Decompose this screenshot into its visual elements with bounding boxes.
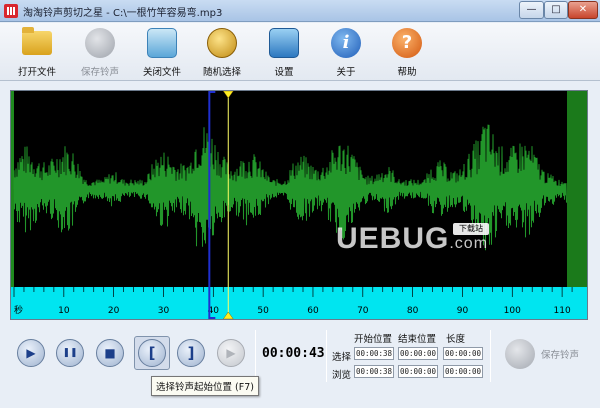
window-title: 淘淘铃声剪切之星 - C:\一根竹竿容易弯.mp3 (23, 8, 223, 19)
browse-end-field[interactable]: 00:00:00 (398, 365, 438, 378)
pause-icon: ❚❚ (62, 348, 78, 358)
play-selection-icon: ▶ (226, 346, 236, 360)
title-bar: 淘淘铃声剪切之星 - C:\一根竹竿容易弯.mp3 — □ ✕ (0, 0, 600, 22)
waveform-view[interactable]: 10 20 30 40 50 60 70 80 90 100 110 秒 (10, 90, 588, 320)
save-ringtone-icon (85, 28, 115, 58)
ruler-tick-label: 70 (357, 306, 369, 316)
ruler-tick-label: 90 (457, 306, 469, 316)
folder-icon (22, 27, 52, 55)
play-selection-button[interactable]: ▶ (217, 339, 245, 367)
play-icon: ▶ (26, 346, 36, 360)
ruler-tick-label: 80 (407, 306, 419, 316)
minimize-button[interactable]: — (519, 1, 544, 19)
help-icon: ? (392, 28, 422, 58)
mark-end-button[interactable]: ] (177, 339, 205, 367)
about-button[interactable]: i 关于 (317, 25, 375, 79)
bracket-open-icon: [ (148, 344, 156, 362)
close-file-button[interactable]: 关闭文件 (133, 25, 191, 79)
end-position-header: 结束位置 (398, 334, 437, 345)
ruler-tick-label: 10 (58, 306, 70, 316)
current-time-display: 00:00:43 (262, 346, 325, 361)
tooltip: 选择铃声起始位置 (F7) (151, 376, 259, 396)
browse-row-label: 浏览 (332, 370, 352, 381)
stop-button[interactable]: ■ (96, 339, 124, 367)
ruler-tick-label: 100 (504, 306, 521, 316)
watermark-main: UEBUG (336, 222, 450, 255)
close-file-label: 关闭文件 (142, 67, 181, 78)
selection-length-field[interactable]: 00:00:00 (443, 347, 483, 360)
help-label: 帮助 (397, 67, 417, 78)
ruler-tick-label: 20 (108, 306, 120, 316)
save-ringtone-label: 保存铃声 (541, 350, 580, 361)
selection-start-field[interactable]: 00:00:38 (354, 347, 394, 360)
save-ringtone-button[interactable]: 保存铃声 (499, 336, 591, 372)
ruler-tick-label: 60 (307, 306, 319, 316)
start-position-header: 开始位置 (354, 334, 393, 345)
divider (255, 330, 256, 382)
open-file-button[interactable]: 打开文件 (8, 25, 66, 79)
bracket-close-icon: ] (187, 344, 195, 362)
watermark-badge: 下载站 (453, 223, 489, 235)
waveform-end-block (567, 91, 587, 287)
ruler-tick-label: 30 (158, 306, 170, 316)
help-button[interactable]: ? 帮助 (378, 25, 436, 79)
close-file-icon (147, 28, 177, 58)
about-icon: i (331, 28, 361, 58)
app-icon (4, 4, 18, 18)
divider (326, 330, 327, 382)
toolbar: 打开文件 保存铃声 关闭文件 随机选择 设置 i 关于 ? 帮助 (0, 23, 600, 81)
close-window-button[interactable]: ✕ (568, 1, 598, 19)
settings-label: 设置 (274, 67, 294, 78)
settings-icon (269, 28, 299, 58)
stop-icon: ■ (104, 346, 116, 360)
play-button[interactable]: ▶ (17, 339, 45, 367)
watermark: UEBUG.com 下载站 (336, 222, 489, 256)
ruler-tick-label: 110 (554, 306, 571, 316)
selection-row-label: 选择 (332, 352, 352, 363)
ruler-tick-label: 50 (257, 306, 269, 316)
save-ringtone-toolbar-button[interactable]: 保存铃声 (71, 25, 129, 79)
divider (490, 330, 491, 382)
watermark-suffix: .com (449, 235, 489, 252)
browse-start-field[interactable]: 00:00:38 (354, 365, 394, 378)
browse-length-field[interactable]: 00:00:00 (443, 365, 483, 378)
maximize-button[interactable]: □ (544, 1, 568, 19)
time-ruler[interactable] (11, 287, 587, 319)
random-select-label: 随机选择 (202, 67, 241, 78)
settings-button[interactable]: 设置 (255, 25, 313, 79)
save-ringtone-bottom-icon (505, 339, 535, 369)
open-file-label: 打开文件 (17, 67, 56, 78)
random-select-icon (207, 28, 237, 58)
selection-end-field[interactable]: 00:00:00 (398, 347, 438, 360)
save-ringtone-toolbar-label: 保存铃声 (80, 67, 119, 78)
length-header: 长度 (446, 334, 466, 345)
mark-start-button[interactable]: [ (138, 339, 166, 367)
random-select-button[interactable]: 随机选择 (193, 25, 251, 79)
ruler-unit-label: 秒 (14, 304, 23, 316)
pause-button[interactable]: ❚❚ (56, 339, 84, 367)
waveform-canvas[interactable]: 10 20 30 40 50 60 70 80 90 100 110 秒 (11, 91, 587, 319)
about-label: 关于 (336, 67, 356, 78)
